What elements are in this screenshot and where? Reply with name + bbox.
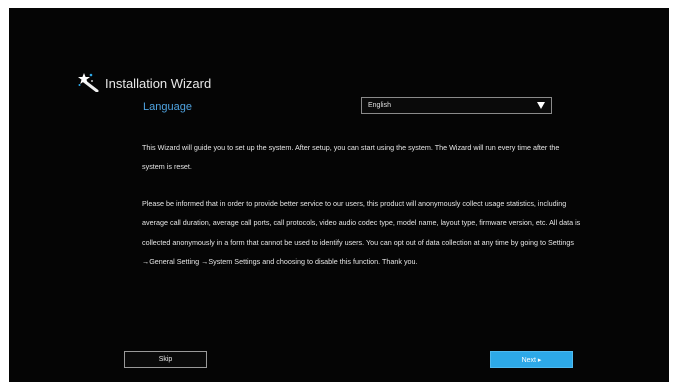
language-dropdown[interactable]: English xyxy=(361,97,552,114)
intro-text: This Wizard will guide you to set up the… xyxy=(142,143,560,172)
language-label: Language xyxy=(143,101,192,113)
privacy-notice-text: Please be informed that in order to prov… xyxy=(142,199,581,266)
next-button[interactable]: Next ▸ xyxy=(490,351,573,368)
wizard-header: Installation Wizard xyxy=(77,72,211,95)
wizard-title: Installation Wizard xyxy=(105,76,212,91)
language-selected-value: English xyxy=(368,102,391,109)
installation-wizard-screen: Installation Wizard Language English Thi… xyxy=(9,8,669,382)
chevron-down-icon xyxy=(537,102,545,109)
skip-button[interactable]: Skip xyxy=(124,351,207,368)
magic-wand-icon xyxy=(77,72,105,95)
